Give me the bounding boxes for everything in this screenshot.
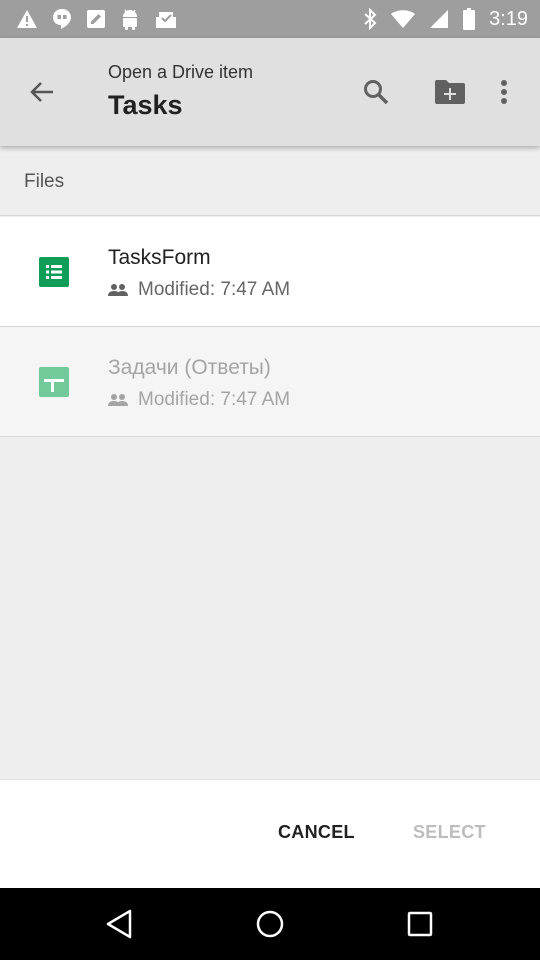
status-bar: 3:19 [0,0,540,38]
notification-icons [16,8,178,30]
navigation-bar [0,888,540,960]
app-subtitle: Open a Drive item [108,62,254,82]
status-time: 3:19 [489,7,528,30]
file-row-zadachi-otvety: Задачи (Ответы) Modified: 7:47 AM [0,327,540,437]
bluetooth-icon [363,8,377,30]
file-name: TasksForm [108,246,211,269]
file-meta: Modified: 7:47 AM [108,279,290,301]
nav-recents-icon[interactable] [404,908,436,940]
dialog-action-bar: CANCEL SELECT [0,779,540,888]
files-section-header: Files [0,146,540,216]
nav-home-icon[interactable] [254,908,286,940]
search-icon [364,80,389,105]
more-vert-icon [501,80,507,104]
section-label: Files [24,171,65,192]
inbox-check-icon [154,9,178,29]
file-modified: Modified: 7:47 AM [138,279,291,300]
select-button[interactable]: SELECT [397,814,502,854]
system-icons: 3:19 [363,8,528,31]
shared-people-icon [108,284,128,296]
page-title: Tasks [108,90,183,120]
forms-icon [39,257,69,287]
signal-icon [429,9,449,29]
cancel-button[interactable]: CANCEL [262,814,371,854]
edit-box-icon [86,9,106,29]
sheets-icon [39,367,69,397]
search-button[interactable] [358,74,394,110]
create-folder-icon [435,80,465,104]
android-icon [120,8,140,30]
battery-icon [463,8,476,30]
screen: 3:19 Open a Drive item Tasks Files Tasks… [0,0,540,960]
arrow-back-icon [30,82,53,102]
wifi-icon [391,9,416,29]
nav-back-icon[interactable] [104,908,136,940]
shared-people-icon [108,394,128,406]
file-row-tasksform[interactable]: TasksForm Modified: 7:47 AM [0,217,540,327]
file-modified: Modified: 7:47 AM [138,389,291,410]
hangouts-icon [52,8,72,30]
more-options-button[interactable] [488,74,520,110]
new-folder-button[interactable] [430,74,470,110]
app-bar: Open a Drive item Tasks [0,38,540,146]
file-name: Задачи (Ответы) [108,356,271,379]
back-button[interactable] [24,74,60,110]
warning-icon [16,9,38,29]
file-meta: Modified: 7:47 AM [108,389,290,411]
